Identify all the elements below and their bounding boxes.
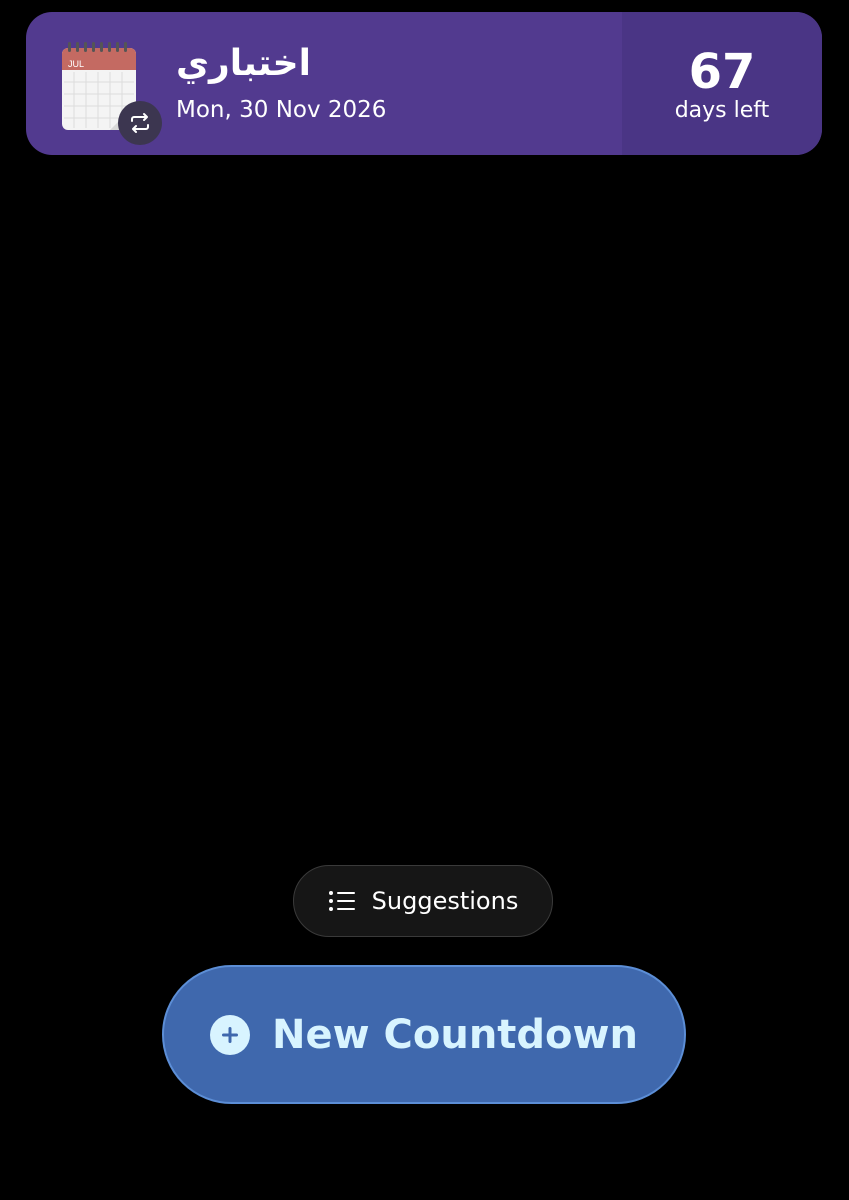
- days-left-label: days left: [674, 97, 770, 123]
- new-countdown-label: New Countdown: [272, 1011, 638, 1058]
- new-countdown-button[interactable]: New Countdown: [162, 965, 686, 1104]
- plus-circle-icon: [210, 1014, 251, 1055]
- countdown-card[interactable]: JUL اختباري Mon, 30 Nov 2026 67 days lef…: [26, 12, 822, 155]
- countdown-title: اختباري: [176, 43, 311, 84]
- calendar-month-label: JUL: [68, 59, 84, 69]
- suggestions-button[interactable]: Suggestions: [293, 865, 553, 937]
- repeat-icon: [118, 101, 162, 145]
- days-left-number: 67: [688, 43, 756, 100]
- countdown-date: Mon, 30 Nov 2026: [176, 97, 387, 123]
- days-left-panel: 67 days left: [622, 12, 822, 155]
- list-icon: [328, 890, 356, 912]
- suggestions-label: Suggestions: [371, 887, 519, 915]
- screen: JUL اختباري Mon, 30 Nov 2026 67 days lef…: [0, 0, 849, 1200]
